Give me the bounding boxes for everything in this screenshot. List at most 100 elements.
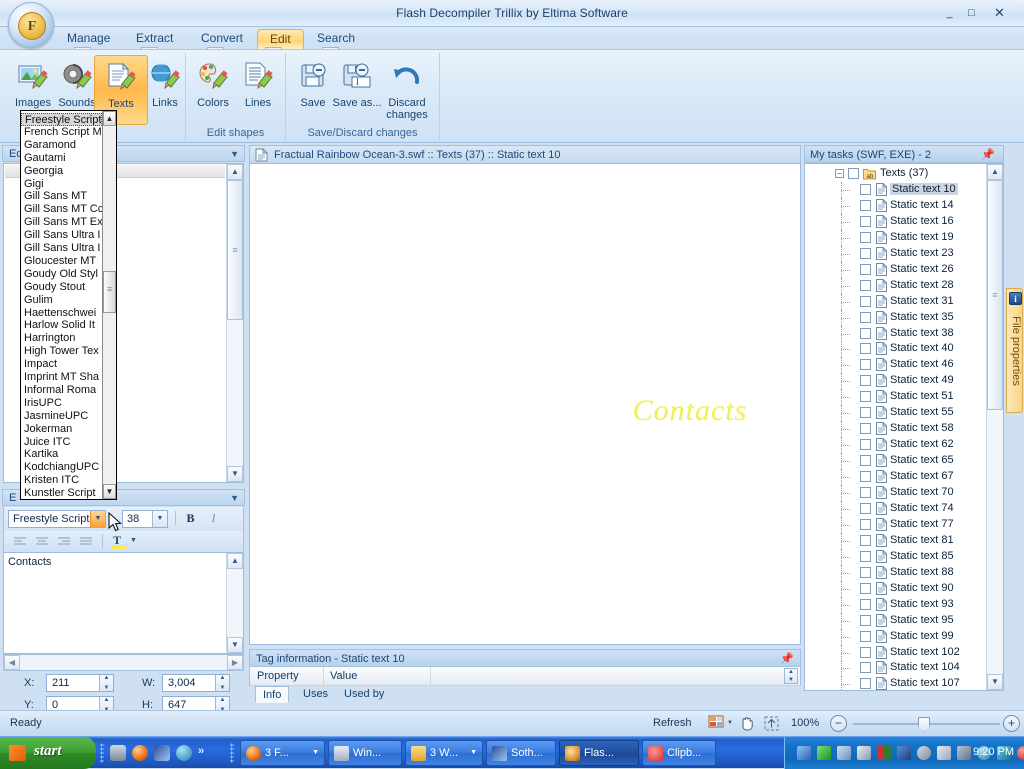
tree-collapse-icon[interactable]: − xyxy=(835,169,844,178)
text-scroll-up-icon[interactable]: ▲ xyxy=(227,553,243,569)
tree-item-row[interactable]: Static text 88 xyxy=(805,565,986,581)
tree-item-checkbox[interactable] xyxy=(860,312,871,323)
tree-item-row[interactable]: Static text 46 xyxy=(805,357,986,373)
tree-item-row[interactable]: Static text 35 xyxy=(805,310,986,326)
scroll-down-icon[interactable]: ▼ xyxy=(227,466,243,482)
tray-network-icon[interactable] xyxy=(797,746,811,760)
italic-button[interactable]: I xyxy=(205,510,222,528)
view-mode-arrow[interactable]: ▼ xyxy=(727,720,733,726)
tree-item-row[interactable]: Static text 14 xyxy=(805,198,986,214)
font-dropdown-scrollbar[interactable]: ▲ ▼ xyxy=(102,111,116,499)
tree-item-row[interactable]: Static text 49 xyxy=(805,373,986,389)
tab-uses[interactable]: Uses xyxy=(296,686,335,703)
tray-pen-icon[interactable] xyxy=(857,746,871,760)
font-option-24[interactable]: Jokerman xyxy=(21,423,102,436)
tree-item-row[interactable]: Static text 85 xyxy=(805,549,986,565)
file-properties-tab[interactable]: i File properties xyxy=(1006,288,1023,413)
tree-item-checkbox[interactable] xyxy=(860,519,871,530)
chevron-down-icon[interactable]: ▼ xyxy=(230,149,239,159)
tree-item-checkbox[interactable] xyxy=(860,232,871,243)
taskbar-button-flash-decompiler[interactable]: Flas... xyxy=(559,740,639,766)
tree-item-checkbox[interactable] xyxy=(860,407,871,418)
taskbar-firefox-arrow[interactable]: ▼ xyxy=(312,749,319,756)
tree-item-checkbox[interactable] xyxy=(860,296,871,307)
font-option-20[interactable]: Imprint MT Sha xyxy=(21,371,102,384)
column-divider-2[interactable] xyxy=(430,667,431,685)
tree-scroll-up-icon[interactable]: ▲ xyxy=(987,164,1003,180)
tree-scroll-down-icon[interactable]: ▼ xyxy=(987,674,1003,690)
tree-root-row[interactable]: −abTexts (37) xyxy=(805,166,986,182)
tree-item-checkbox[interactable] xyxy=(860,662,871,673)
application-menu-orb[interactable]: F xyxy=(8,2,54,48)
column-divider-1[interactable] xyxy=(323,667,324,685)
maximize-button[interactable]: □ xyxy=(963,6,980,21)
start-button[interactable]: start xyxy=(0,737,96,769)
column-header-value[interactable]: Value xyxy=(330,670,357,682)
font-option-5[interactable]: Gigi xyxy=(21,178,102,191)
font-option-17[interactable]: Harrington xyxy=(21,332,102,345)
tree-root-checkbox[interactable] xyxy=(848,168,859,179)
taskbar-button-explorer[interactable]: 3 W... ▼ xyxy=(405,740,483,766)
tab-used-by[interactable]: Used by xyxy=(337,686,391,703)
tree-item-row[interactable]: Static text 95 xyxy=(805,613,986,629)
pan-tool-button[interactable] xyxy=(739,715,758,733)
tree-item-checkbox[interactable] xyxy=(860,678,871,689)
tray-security-icon[interactable] xyxy=(837,746,851,760)
font-option-27[interactable]: KodchiangUPC xyxy=(21,461,102,474)
tree-item-checkbox[interactable] xyxy=(860,487,871,498)
text-scroll-down-icon[interactable]: ▼ xyxy=(227,637,243,653)
hscroll-right-icon[interactable]: ▶ xyxy=(227,655,243,670)
tree-item-row[interactable]: Static text 67 xyxy=(805,469,986,485)
font-option-0[interactable]: Freestyle Script xyxy=(21,113,102,126)
x-field[interactable]: 211 ▲▼ xyxy=(46,674,114,692)
tree-item-row[interactable]: Static text 104 xyxy=(805,660,986,676)
quicklaunch-browser-icon[interactable] xyxy=(176,745,192,761)
close-button[interactable]: ✕ xyxy=(991,6,1008,21)
font-option-29[interactable]: Kunstler Script xyxy=(21,487,102,500)
font-option-9[interactable]: Gill Sans Ultra I xyxy=(21,229,102,242)
quicklaunch-app-icon[interactable] xyxy=(154,745,170,761)
ribbon-button-save-as[interactable]: I Save as... xyxy=(330,55,384,125)
font-dropdown-scroll-up-icon[interactable]: ▲ xyxy=(103,111,116,126)
tree-item-checkbox[interactable] xyxy=(860,264,871,275)
tree-item-row[interactable]: Static text 40 xyxy=(805,341,986,357)
tree-item-checkbox[interactable] xyxy=(860,248,871,259)
ribbon-button-lines[interactable]: Lines xyxy=(231,55,285,125)
font-option-14[interactable]: Gulim xyxy=(21,294,102,307)
font-option-23[interactable]: JasmineUPC xyxy=(21,410,102,423)
font-name-combo[interactable]: Freestyle Script ▼ xyxy=(8,510,106,528)
font-option-16[interactable]: Harlow Solid It xyxy=(21,319,102,332)
font-option-3[interactable]: Gautami xyxy=(21,152,102,165)
system-clock[interactable]: 9:20 PM xyxy=(973,746,1014,758)
tree-item-row[interactable]: Static text 38 xyxy=(805,326,986,342)
font-option-22[interactable]: IrisUPC xyxy=(21,397,102,410)
text-color-dropdown-arrow[interactable]: ▼ xyxy=(130,537,137,544)
tasks-tree-scrollbar[interactable]: ▲ ▼ xyxy=(986,164,1003,690)
tree-item-row[interactable]: Static text 90 xyxy=(805,581,986,597)
tray-note-icon[interactable] xyxy=(937,746,951,760)
tree-item-checkbox[interactable] xyxy=(860,359,871,370)
tree-item-checkbox[interactable] xyxy=(860,216,871,227)
tree-scrollbar-thumb[interactable] xyxy=(987,180,1003,410)
font-option-8[interactable]: Gill Sans MT Ex xyxy=(21,216,102,229)
taskbar-button-clipboard[interactable]: Clipb... xyxy=(642,740,716,766)
tree-item-checkbox[interactable] xyxy=(860,535,871,546)
minimize-button[interactable]: _ xyxy=(941,6,958,21)
text-content-editor[interactable]: Contacts ▲ ▼ xyxy=(3,552,244,654)
tray-connection-icon[interactable] xyxy=(897,746,911,760)
font-dropdown-scroll-down-icon[interactable]: ▼ xyxy=(103,484,116,499)
tree-item-row[interactable]: Static text 55 xyxy=(805,405,986,421)
tree-item-row[interactable]: Static text 70 xyxy=(805,485,986,501)
tab-info[interactable]: Info xyxy=(255,686,289,703)
zoom-in-button[interactable]: + xyxy=(1003,715,1020,732)
tree-item-checkbox[interactable] xyxy=(860,583,871,594)
tree-item-checkbox[interactable] xyxy=(860,423,871,434)
column-header-property[interactable]: Property xyxy=(257,670,299,682)
hscroll-left-icon[interactable]: ◀ xyxy=(4,655,20,670)
tree-item-row[interactable]: Static text 99 xyxy=(805,629,986,645)
align-right-button[interactable] xyxy=(54,533,74,550)
font-option-13[interactable]: Goudy Stout xyxy=(21,281,102,294)
objects-list-scrollbar[interactable]: ▲ ▼ xyxy=(226,164,243,482)
tree-item-row[interactable]: Static text 58 xyxy=(805,421,986,437)
taskbar-explorer-arrow[interactable]: ▼ xyxy=(470,749,477,756)
